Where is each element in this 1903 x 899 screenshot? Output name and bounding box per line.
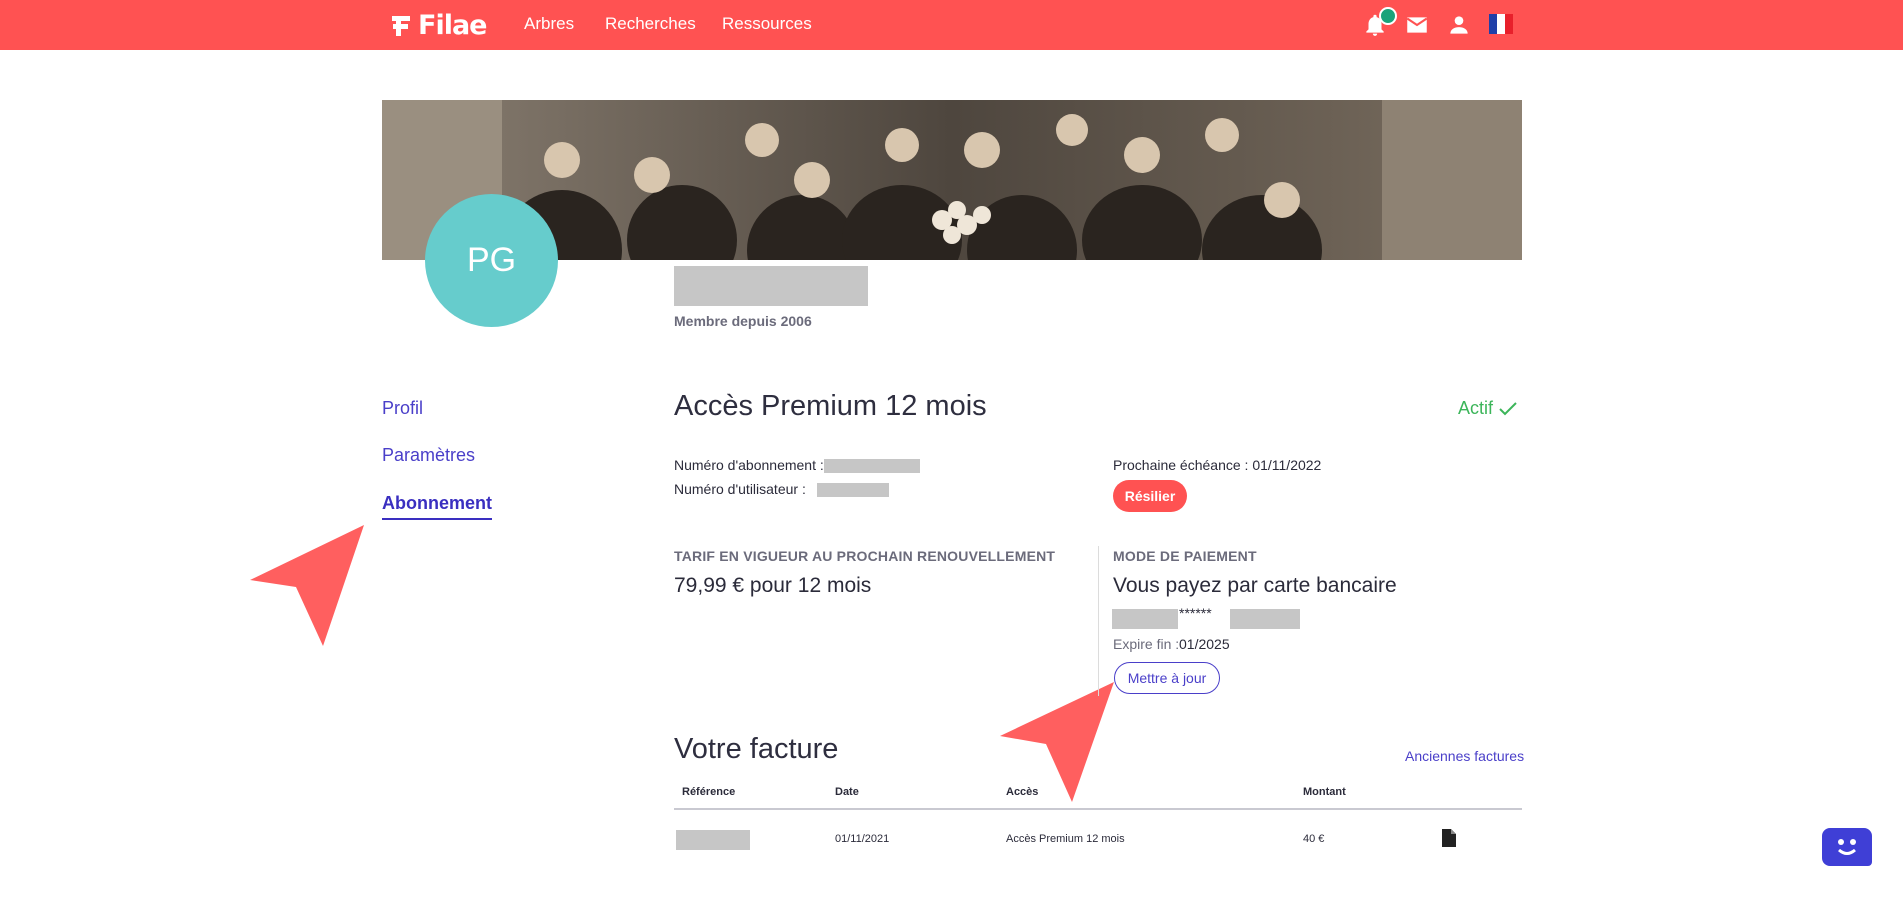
col-header-acces: Accès: [1006, 786, 1039, 798]
card-number-redacted: [1112, 609, 1178, 629]
expire-value: 01/2025: [1179, 636, 1230, 652]
invoice-date: 01/11/2021: [835, 833, 890, 845]
nav-ressources-link[interactable]: Ressources: [722, 14, 812, 34]
nav-recherches-link[interactable]: Recherches: [605, 14, 696, 34]
mail-icon[interactable]: [1404, 12, 1430, 38]
top-navbar: Filae Arbres Recherches Ressources: [0, 0, 1903, 50]
table-header-divider: [674, 808, 1522, 810]
col-header-montant: Montant: [1303, 786, 1346, 798]
avatar: PG: [425, 194, 558, 327]
annotation-arrow-icon: [250, 525, 364, 646]
payment-label: MODE DE PAIEMENT: [1113, 548, 1257, 564]
update-payment-button[interactable]: Mettre à jour: [1114, 662, 1220, 694]
sidebar-item-abonnement[interactable]: Abonnement: [382, 493, 492, 520]
user-icon[interactable]: [1446, 12, 1472, 38]
logo-text: Filae: [418, 9, 487, 41]
chat-bot-icon: [1838, 839, 1856, 855]
card-mask: ******: [1179, 605, 1212, 621]
next-due-date: Prochaine échéance : 01/11/2022: [1113, 457, 1322, 473]
rate-label: TARIF EN VIGUEUR AU PROCHAIN RENOUVELLEM…: [674, 548, 1056, 564]
payment-value: Vous payez par carte bancaire: [1113, 574, 1397, 597]
section-divider: [1098, 546, 1099, 696]
sidebar-item-parametres[interactable]: Paramètres: [382, 445, 475, 466]
sidebar-item-profil[interactable]: Profil: [382, 398, 423, 419]
french-flag-icon[interactable]: [1489, 14, 1513, 34]
invoice-amount: 40 €: [1303, 833, 1325, 845]
col-header-date: Date: [835, 786, 859, 798]
filae-logo[interactable]: Filae: [389, 9, 487, 41]
cancel-subscription-button[interactable]: Résilier: [1113, 480, 1187, 512]
user-number-redacted: [817, 483, 889, 497]
username-redacted: [674, 266, 868, 306]
expire-label: Expire fin :: [1113, 636, 1180, 652]
plan-title: Accès Premium 12 mois: [674, 390, 987, 422]
invoice-access: Accès Premium 12 mois: [1006, 833, 1125, 845]
card-number-redacted: [1230, 609, 1300, 629]
subscription-number-label: Numéro d'abonnement :: [674, 457, 824, 473]
rate-value: 79,99 € pour 12 mois: [674, 574, 872, 597]
old-invoices-link[interactable]: Anciennes factures: [1405, 748, 1524, 764]
notification-badge: [1379, 7, 1397, 25]
subscription-number-redacted: [824, 459, 920, 473]
col-header-reference: Référence: [682, 786, 736, 798]
status-badge: Actif: [1458, 398, 1517, 419]
user-number-label: Numéro d'utilisateur :: [674, 481, 806, 497]
check-icon: [1499, 401, 1517, 415]
member-since: Membre depuis 2006: [674, 313, 812, 329]
document-download-icon[interactable]: [1441, 828, 1457, 848]
status-label: Actif: [1458, 398, 1494, 418]
nav-arbres-link[interactable]: Arbres: [524, 14, 574, 34]
invoice-title: Votre facture: [674, 733, 839, 765]
filae-logo-icon: [392, 16, 410, 36]
chat-widget-button[interactable]: [1822, 828, 1872, 866]
invoice-reference-redacted: [676, 830, 750, 850]
